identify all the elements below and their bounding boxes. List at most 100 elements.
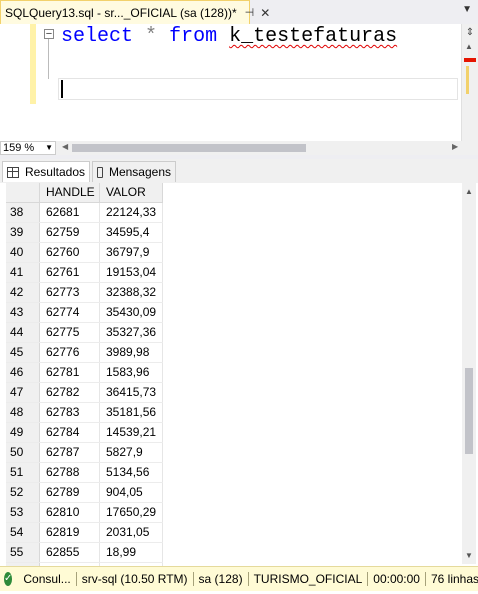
cell-handle[interactable]: 62761 (39, 262, 100, 283)
cell-valor[interactable]: 35430,09 (99, 302, 163, 323)
cell-valor[interactable]: 14539,21 (99, 422, 163, 443)
row-number[interactable]: 53 (6, 502, 40, 523)
cell-handle[interactable]: 62759 (39, 222, 100, 243)
table-row[interactable]: 55 62855 18,99 (6, 542, 163, 563)
cell-valor[interactable]: 22124,33 (99, 202, 163, 223)
cell-handle[interactable]: 62855 (39, 542, 100, 563)
row-number[interactable]: 42 (6, 282, 40, 303)
cell-valor[interactable]: 18,99 (99, 542, 163, 563)
row-number[interactable]: 54 (6, 522, 40, 543)
row-number[interactable]: 45 (6, 342, 40, 363)
cell-handle[interactable]: 62775 (39, 322, 100, 343)
cell-handle[interactable]: 62773 (39, 282, 100, 303)
close-icon[interactable]: ✕ (260, 6, 270, 20)
cell-valor[interactable]: 36415,73 (99, 382, 163, 403)
horizontal-scroll-thumb[interactable] (72, 144, 306, 152)
cell-valor[interactable]: 35327,36 (99, 322, 163, 343)
row-number[interactable]: 41 (6, 262, 40, 283)
row-number[interactable]: 43 (6, 302, 40, 323)
tab-messages[interactable]: Mensagens (92, 161, 176, 182)
chevron-down-icon[interactable]: ▼ (45, 142, 53, 154)
collapse-icon[interactable]: − (44, 29, 54, 40)
document-tab[interactable]: SQLQuery13.sql - sr..._OFICIAL (sa (128)… (0, 0, 270, 24)
cell-valor[interactable]: 5827,9 (99, 442, 163, 463)
row-number[interactable]: 40 (6, 242, 40, 263)
keyword-select: select (61, 25, 134, 48)
cell-valor[interactable]: 904,05 (99, 482, 163, 503)
table-row[interactable]: 45 62776 3989,98 (6, 342, 163, 363)
tab-overflow-icon[interactable]: ▼ (462, 4, 472, 15)
code-line-1[interactable]: select * from k_testefaturas (61, 24, 397, 50)
cell-handle[interactable]: 62789 (39, 482, 100, 503)
grid-vertical-scrollbar[interactable]: ▲ ▼ (462, 183, 476, 564)
row-header-corner[interactable] (6, 183, 40, 203)
tab-messages-label: Mensagens (108, 165, 171, 179)
table-row[interactable]: 38 62681 22124,33 (6, 202, 163, 223)
column-header-handle[interactable]: HANDLE (39, 183, 100, 203)
table-row[interactable]: 47 62782 36415,73 (6, 382, 163, 403)
cell-valor[interactable]: 34595,4 (99, 222, 163, 243)
table-row[interactable]: 39 62759 34595,4 (6, 222, 163, 243)
cell-handle[interactable]: 62787 (39, 442, 100, 463)
cell-handle[interactable]: 62788 (39, 462, 100, 483)
scroll-up-icon[interactable]: ▲ (465, 187, 473, 196)
table-row[interactable]: 50 62787 5827,9 (6, 442, 163, 463)
cell-handle[interactable]: 62782 (39, 382, 100, 403)
query-editor[interactable]: − select * from k_testefaturas (0, 24, 462, 141)
scroll-right-icon[interactable]: ▶ (452, 142, 458, 151)
cell-handle[interactable]: 62760 (39, 242, 100, 263)
cell-handle[interactable]: 62810 (39, 502, 100, 523)
error-marker[interactable] (464, 58, 476, 62)
pin-icon[interactable]: ⊣ (245, 6, 255, 19)
table-row[interactable]: 41 62761 19153,04 (6, 262, 163, 283)
table-row[interactable]: 44 62775 35327,36 (6, 322, 163, 343)
row-number[interactable]: 46 (6, 362, 40, 383)
table-row[interactable]: 53 62810 17650,29 (6, 502, 163, 523)
cell-valor[interactable]: 1583,96 (99, 362, 163, 383)
scroll-down-icon[interactable]: ▼ (465, 551, 473, 560)
row-number[interactable]: 50 (6, 442, 40, 463)
grid-scroll-thumb[interactable] (465, 368, 473, 454)
cell-handle[interactable]: 62681 (39, 202, 100, 223)
row-number[interactable]: 44 (6, 322, 40, 343)
cell-valor[interactable]: 36797,9 (99, 242, 163, 263)
row-number[interactable]: 49 (6, 422, 40, 443)
cell-valor[interactable]: 32388,32 (99, 282, 163, 303)
cell-handle[interactable]: 62776 (39, 342, 100, 363)
row-number[interactable]: 52 (6, 482, 40, 503)
table-row[interactable]: 46 62781 1583,96 (6, 362, 163, 383)
cell-valor[interactable]: 2031,05 (99, 522, 163, 543)
cell-handle[interactable]: 62774 (39, 302, 100, 323)
table-row[interactable]: 52 62789 904,05 (6, 482, 163, 503)
table-row[interactable]: 43 62774 35430,09 (6, 302, 163, 323)
cell-valor[interactable]: 19153,04 (99, 262, 163, 283)
split-window-icon[interactable]: ⇕ (465, 27, 475, 39)
table-row[interactable]: 48 62783 35181,56 (6, 402, 163, 423)
table-row[interactable]: 42 62773 32388,32 (6, 282, 163, 303)
row-number[interactable]: 47 (6, 382, 40, 403)
column-header-valor[interactable]: VALOR (99, 183, 163, 203)
zoom-select[interactable]: 159 % ▼ (0, 141, 56, 155)
cell-handle[interactable]: 62819 (39, 522, 100, 543)
cell-valor[interactable]: 5134,56 (99, 462, 163, 483)
table-row[interactable]: 54 62819 2031,05 (6, 522, 163, 543)
scroll-left-icon[interactable]: ◀ (62, 142, 68, 151)
row-number[interactable]: 48 (6, 402, 40, 423)
table-row[interactable]: 49 62784 14539,21 (6, 422, 163, 443)
editor-vertical-scrollbar[interactable]: ⇕ ▲ (461, 24, 478, 141)
row-number[interactable]: 39 (6, 222, 40, 243)
cell-handle[interactable]: 62781 (39, 362, 100, 383)
cell-handle[interactable]: 62783 (39, 402, 100, 423)
table-row[interactable]: 51 62788 5134,56 (6, 462, 163, 483)
cell-valor[interactable]: 17650,29 (99, 502, 163, 523)
scroll-up-icon[interactable]: ▲ (465, 42, 473, 51)
change-tracking-margin (30, 24, 36, 104)
row-number[interactable]: 55 (6, 542, 40, 563)
row-number[interactable]: 51 (6, 462, 40, 483)
cell-valor[interactable]: 35181,56 (99, 402, 163, 423)
table-row[interactable]: 40 62760 36797,9 (6, 242, 163, 263)
cell-valor[interactable]: 3989,98 (99, 342, 163, 363)
row-number[interactable]: 38 (6, 202, 40, 223)
tab-results[interactable]: Resultados (2, 161, 90, 182)
cell-handle[interactable]: 62784 (39, 422, 100, 443)
